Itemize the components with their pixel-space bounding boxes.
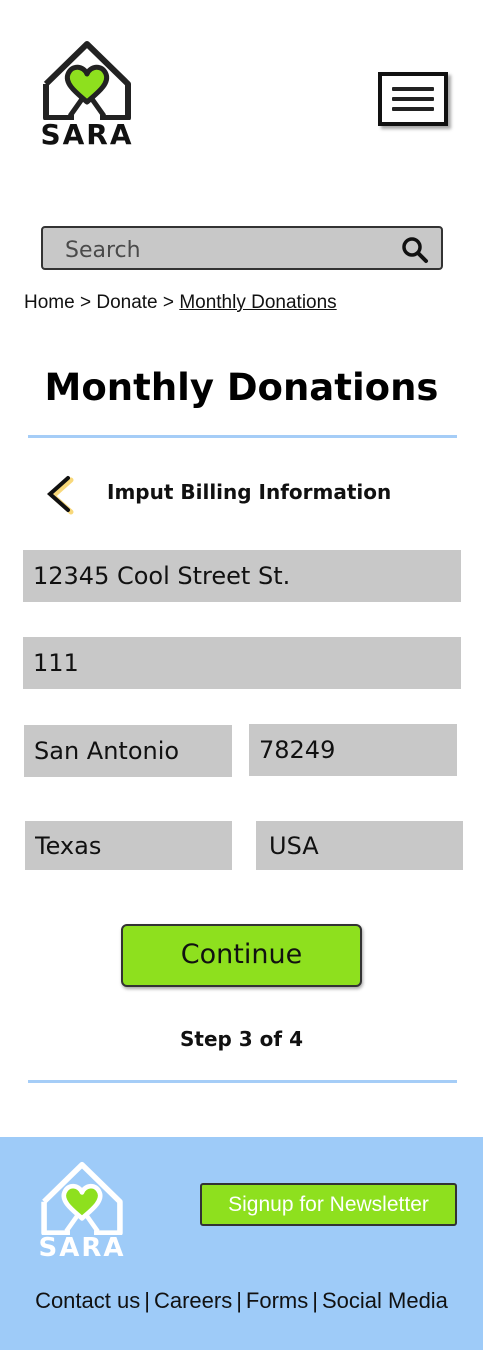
menu-button[interactable] — [378, 72, 448, 126]
newsletter-signup-button[interactable]: Signup for Newsletter — [200, 1183, 457, 1226]
zip-field[interactable] — [249, 724, 457, 776]
search-bar — [41, 226, 443, 270]
hamburger-icon-bar — [392, 97, 434, 101]
footer-links: Contact us | Careers | Forms | Social Media — [0, 1288, 483, 1314]
footer-link-forms[interactable]: Forms — [246, 1288, 308, 1313]
page-title: Monthly Donations — [44, 366, 439, 409]
house-heart-icon — [41, 1161, 123, 1236]
breadcrumb: Home > Donate > Monthly Donations — [24, 292, 337, 314]
breadcrumb-separator: > — [162, 292, 175, 313]
footer-logo-text: SARA — [38, 1233, 126, 1263]
city-field[interactable] — [24, 725, 232, 777]
state-field[interactable] — [25, 821, 232, 870]
hamburger-icon-bar — [392, 107, 434, 111]
street-address-field[interactable] — [23, 550, 461, 602]
footer-link-social[interactable]: Social Media — [322, 1288, 448, 1313]
footer-logo[interactable]: SARA — [38, 1161, 126, 1265]
sara-logo[interactable]: SARA — [40, 40, 140, 152]
search-icon[interactable] — [401, 236, 429, 264]
breadcrumb-current[interactable]: Monthly Donations — [179, 292, 336, 313]
footer-link-separator: | — [144, 1288, 150, 1313]
divider — [28, 1080, 457, 1083]
footer-link-contact[interactable]: Contact us — [35, 1288, 140, 1313]
divider — [28, 435, 457, 438]
address-line2-field[interactable] — [23, 637, 461, 689]
footer-link-separator: | — [236, 1288, 242, 1313]
step-indicator: Step 3 of 4 — [179, 1027, 303, 1051]
breadcrumb-home[interactable]: Home — [24, 292, 75, 313]
breadcrumb-donate[interactable]: Donate — [96, 292, 157, 313]
footer-link-separator: | — [312, 1288, 318, 1313]
breadcrumb-separator: > — [79, 292, 92, 313]
footer-link-careers[interactable]: Careers — [154, 1288, 232, 1313]
continue-button[interactable]: Continue — [121, 924, 362, 987]
country-field[interactable] — [256, 821, 463, 870]
hamburger-icon — [392, 87, 434, 91]
chevron-left-icon[interactable] — [40, 472, 80, 516]
step-heading: Imput Billing Information — [107, 480, 392, 504]
house-heart-icon — [43, 41, 131, 121]
logo-text: SARA — [40, 118, 134, 151]
search-input[interactable] — [63, 236, 387, 264]
